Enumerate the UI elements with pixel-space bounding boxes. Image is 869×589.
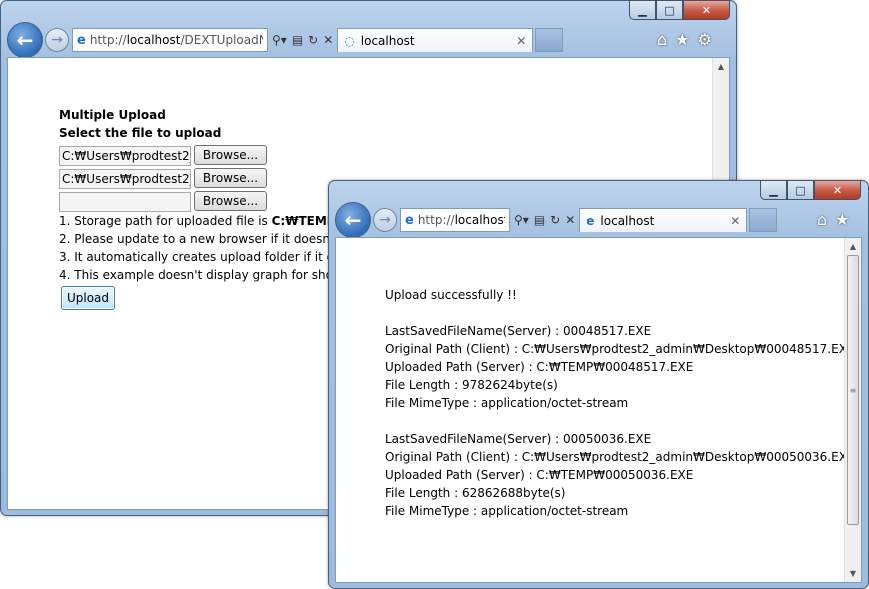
home-icon[interactable]: ⌂ [657,30,667,49]
close-window-button[interactable]: ✕ [683,0,730,20]
scroll-down-icon[interactable]: ▼ [845,565,861,582]
tools-gear-icon[interactable]: ⚙ [698,30,712,49]
file-1-mimetype: File MimeType : application/octet-stream [385,396,629,410]
forward-arrow-icon[interactable]: → [45,28,69,52]
address-tools: ⚲▾ ▤ ↻ ✕ [514,213,575,227]
address-bar[interactable]: e http://localhost/ [400,208,510,232]
refresh-icon[interactable]: ↻ [308,33,318,47]
address-bar[interactable]: e http://localhost/DEXTUploadNET [72,28,268,52]
tab-localhost[interactable]: ◌ localhost ✕ [337,28,534,52]
navigation-bar: ← → e http://localhost/ ⚲▾ ▤ ↻ ✕ e local… [335,202,778,238]
file-input-1[interactable]: C:₩Users₩prodtest2_adr [59,146,191,166]
compat-view-icon[interactable]: ▤ [292,33,303,47]
scroll-thumb[interactable]: ≡ [847,255,859,525]
search-icon[interactable]: ⚲▾ [514,213,529,227]
file-1-original-path: Original Path (Client) : C:₩Users₩prodte… [385,342,855,356]
minimize-button[interactable]: ▁ [629,0,656,20]
close-tab-icon[interactable]: ✕ [516,34,526,48]
address-tools: ⚲▾ ▤ ↻ ✕ [272,33,333,47]
file-2-uploaded-path: Uploaded Path (Server) : C:₩TEMP₩0005003… [385,468,694,482]
favorites-star-icon[interactable]: ★ [835,210,849,229]
ie-logo-icon: e [405,212,414,228]
file-1-saved-name: LastSavedFileName(Server) : 00048517.EXE [385,324,652,338]
close-window-button[interactable]: ✕ [814,180,861,200]
refresh-icon[interactable]: ↻ [550,213,560,227]
window-caption-buttons: ▁ □ ✕ [760,180,861,200]
browse-button-1[interactable]: Browse... [194,145,267,165]
file-input-3[interactable] [59,192,191,212]
forward-arrow-icon[interactable]: → [373,208,397,232]
new-tab-button[interactable] [749,208,778,232]
close-tab-icon[interactable]: ✕ [730,214,740,228]
address-url: http://localhost/DEXTUploadNET [89,33,263,47]
file-2-mimetype: File MimeType : application/octet-stream [385,504,629,518]
search-icon[interactable]: ⚲▾ [272,33,287,47]
browse-button-2[interactable]: Browse... [194,168,267,188]
browse-button-3[interactable]: Browse... [194,191,267,211]
vertical-scrollbar[interactable]: ▲ ≡ ▼ [844,238,861,582]
file-2-saved-name: LastSavedFileName(Server) : 00050036.EXE [385,432,652,446]
navigation-bar: ← → e http://localhost/DEXTUploadNET ⚲▾ … [7,22,564,58]
scroll-up-icon[interactable]: ▲ [845,238,861,255]
minimize-button[interactable]: ▁ [760,180,787,200]
note-1: 1. Storage path for uploaded file is C:₩… [59,214,339,228]
address-url: http://localhost/ [417,213,505,227]
page-content: Upload successfully !! LastSavedFileName… [335,237,862,583]
command-icons: ⌂ ★ ⚙ [657,30,712,49]
tab-localhost[interactable]: e localhost ✕ [579,208,748,232]
file-1-length: File Length : 9782624byte(s) [385,378,558,392]
note-2: 2. Please update to a new browser if it … [59,232,364,246]
file-2-length: File Length : 62862688byte(s) [385,486,566,500]
file-1-uploaded-path: Uploaded Path (Server) : C:₩TEMP₩0004851… [385,360,694,374]
home-icon[interactable]: ⌂ [817,210,827,229]
stop-icon[interactable]: ✕ [323,33,333,47]
back-arrow-icon[interactable]: ← [335,202,371,238]
command-icons: ⌂ ★ [817,210,850,229]
browser-window-upload-result[interactable]: ▁ □ ✕ ← → e http://localhost/ ⚲▾ ▤ ↻ ✕ e… [328,180,869,589]
stop-icon[interactable]: ✕ [565,213,575,227]
tab-title: localhost [360,33,415,48]
note-4: 4. This example doesn't display graph fo… [59,268,362,282]
ie-logo-icon: e [586,213,595,228]
form-subtitle: Select the file to upload [59,126,222,140]
window-caption-buttons: ▁ □ ✕ [629,0,730,20]
new-tab-button[interactable] [535,28,564,52]
tab-title: localhost [600,213,655,228]
maximize-button[interactable]: □ [787,180,814,200]
scroll-up-icon[interactable]: ▲ [713,58,729,75]
form-title: Multiple Upload [59,108,166,122]
maximize-button[interactable]: □ [656,0,683,20]
back-arrow-icon[interactable]: ← [7,22,43,58]
file-input-2[interactable]: C:₩Users₩prodtest2_adr [59,169,191,189]
ie-logo-icon: ◌ [344,33,355,48]
upload-button[interactable]: Upload [61,286,115,310]
file-2-original-path: Original Path (Client) : C:₩Users₩prodte… [385,450,855,464]
note-3: 3. It automatically creates upload folde… [59,250,363,264]
result-title: Upload successfully !! [385,288,517,302]
favorites-star-icon[interactable]: ★ [675,30,689,49]
ie-logo-icon: e [77,32,86,48]
compat-view-icon[interactable]: ▤ [534,213,545,227]
